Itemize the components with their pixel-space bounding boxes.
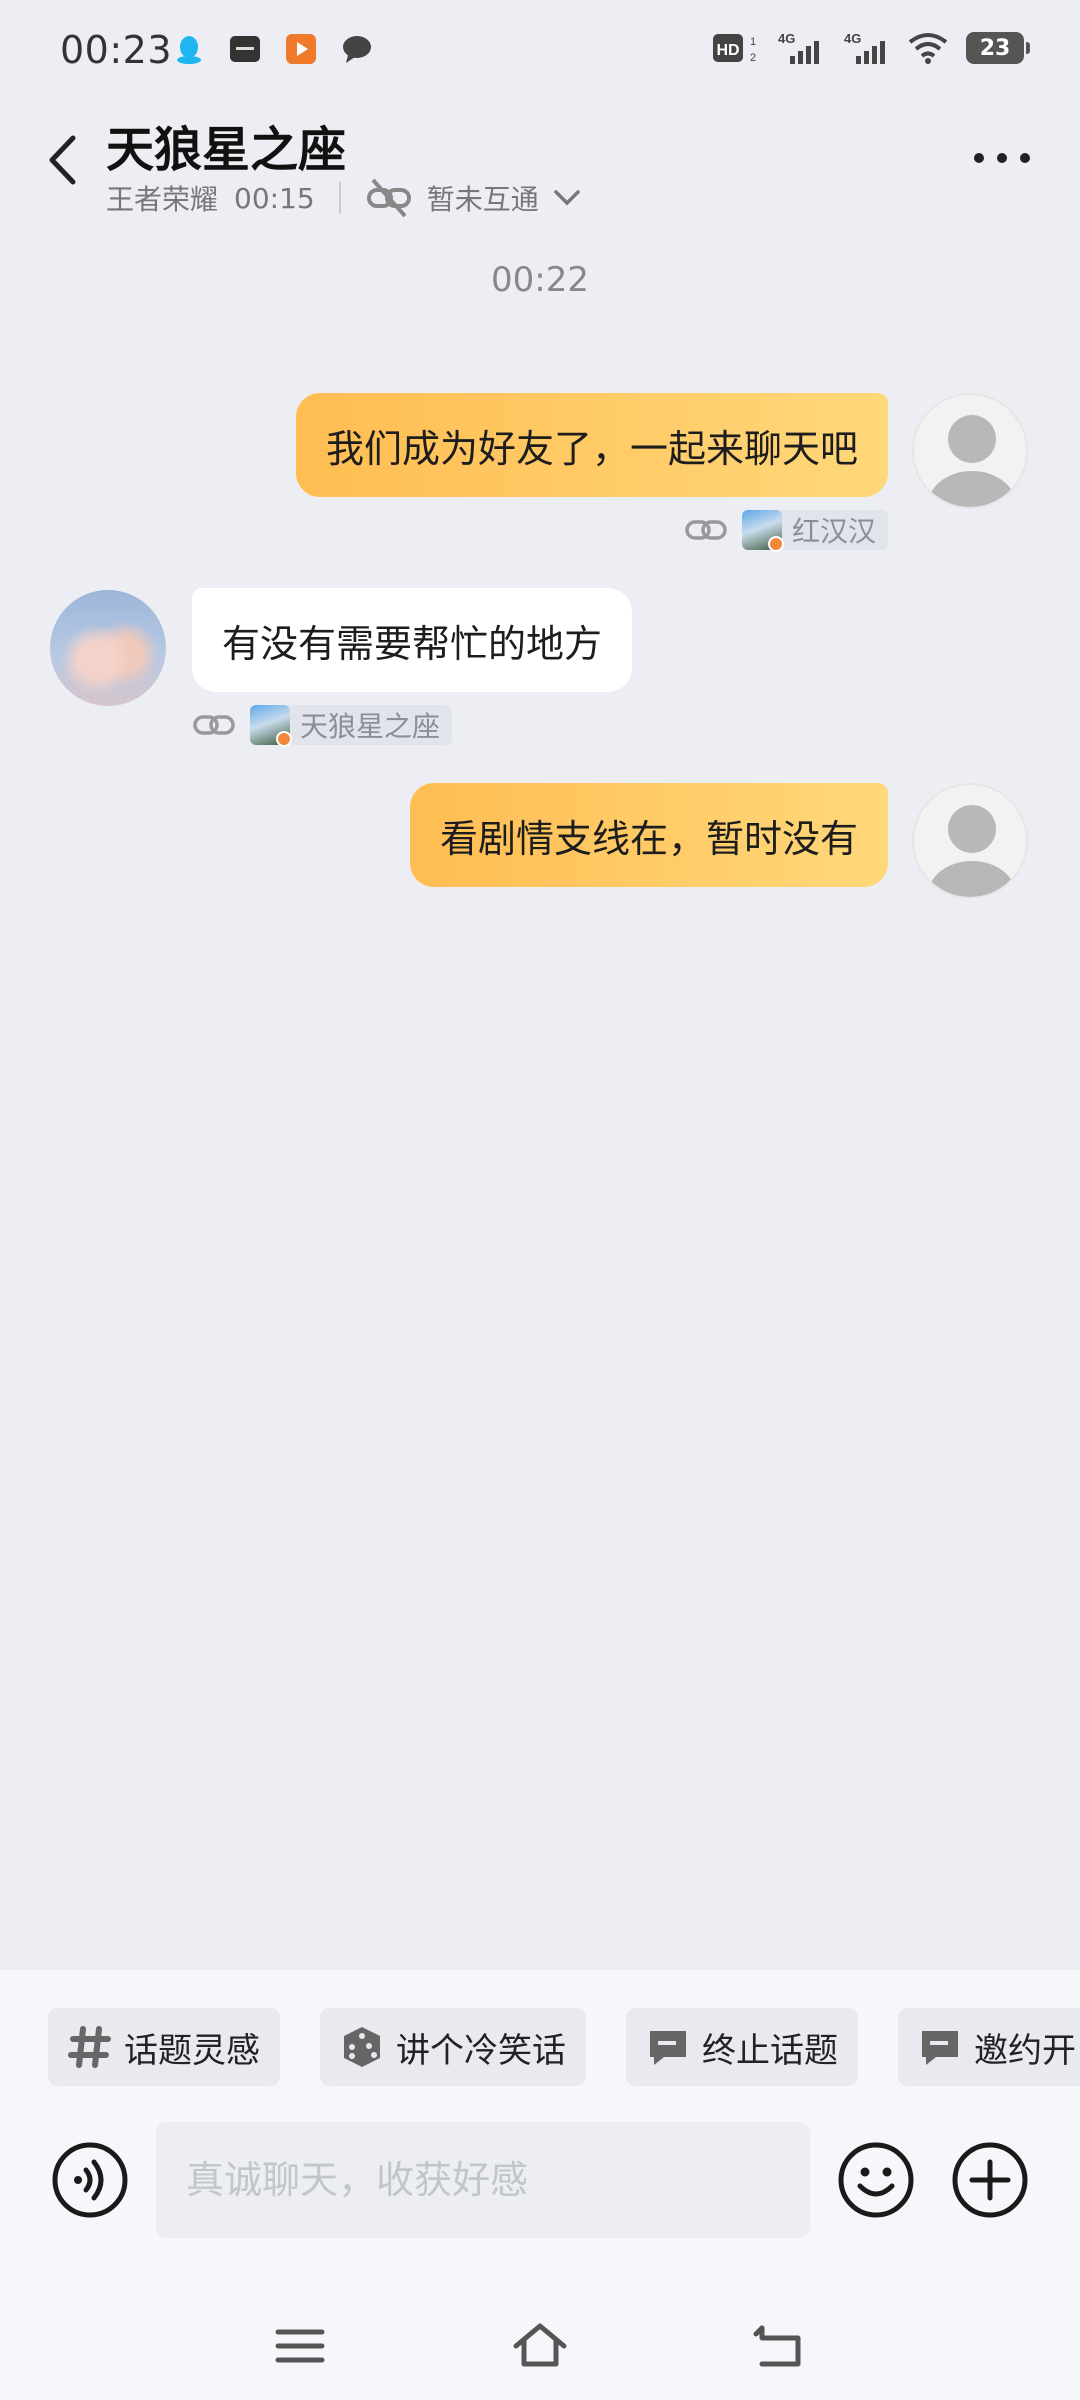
vivo-icon — [230, 36, 260, 62]
signal-icon: 4G — [778, 31, 819, 64]
status-right: HD 1 2 4G 4G 23 — [712, 30, 1030, 66]
source-chip: 天狼星之座 — [250, 705, 453, 747]
system-nav-bar — [0, 2280, 1080, 2400]
quick-action-label: 讲个冷笑话 — [396, 2030, 566, 2071]
message-source-tag: 天狼星之座 — [192, 705, 453, 747]
friend-avatar[interactable] — [50, 590, 166, 706]
speech-bubble-icon — [650, 2031, 686, 2065]
dice-icon — [344, 2027, 380, 2067]
message-bubble-mine[interactable]: 看剧情支线在，暂时没有 — [409, 783, 888, 887]
my-avatar[interactable] — [912, 393, 1028, 509]
hd-icon: HD 1 2 — [713, 34, 756, 64]
signal-label-2: 4G — [844, 31, 861, 46]
chat-messages[interactable]: 00:22 我们成为好友了，一起来聊天吧 红汉汉 有没有需要帮忙的地方 天狼星之… — [0, 230, 1080, 1970]
my-avatar[interactable] — [912, 783, 1028, 899]
connect-status-label: 暂未互通 — [426, 183, 539, 216]
more-dot-icon — [997, 153, 1007, 163]
source-name: 天狼星之座 — [300, 710, 441, 743]
status-bar: 00:23 HD 1 2 4G 4G 23 — [0, 0, 1080, 100]
hashtag-icon — [68, 2026, 111, 2068]
input-row — [0, 2120, 1080, 2240]
source-name: 红汉汉 — [791, 515, 876, 548]
more-dot-icon — [974, 153, 984, 163]
battery-indicator: 23 — [966, 32, 1030, 64]
svg-text:2: 2 — [750, 52, 756, 64]
message-source-tag: 红汉汉 — [684, 510, 888, 552]
more-options-button[interactable] — [974, 146, 1030, 170]
message-bubble-mine[interactable]: 我们成为好友了，一起来聊天吧 — [295, 393, 888, 497]
quick-action-topic-inspiration[interactable]: 话题灵感 — [48, 2008, 280, 2086]
source-avatar — [741, 510, 784, 552]
quick-action-joke[interactable]: 讲个冷笑话 — [320, 2008, 586, 2086]
wifi-icon — [908, 33, 948, 64]
quick-actions[interactable]: 话题灵感 讲个冷笑话 终止话题 邀约开 — [48, 2008, 1080, 2086]
default-avatar-icon — [928, 805, 1016, 897]
game-time: 00:15 — [234, 181, 315, 215]
default-avatar-icon — [928, 415, 1016, 507]
quick-action-label: 邀约开 — [974, 2030, 1076, 2071]
game-name: 王者荣耀 — [106, 183, 219, 216]
signal-label: 4G — [778, 31, 795, 46]
qq-icon — [177, 36, 201, 64]
message-bubble-theirs[interactable]: 有没有需要帮忙的地方 — [192, 588, 633, 692]
menu-icon[interactable] — [270, 2316, 330, 2376]
page-title: 天狼星之座 — [106, 122, 347, 178]
chevron-left-icon — [49, 135, 76, 185]
link-icon — [193, 715, 235, 735]
link-icon — [685, 520, 727, 540]
emoji-icon[interactable] — [836, 2140, 916, 2220]
back-nav-icon[interactable] — [750, 2316, 810, 2376]
signal-icon-2: 4G — [844, 31, 885, 64]
home-icon[interactable] — [510, 2316, 570, 2376]
quick-action-invite[interactable]: 邀约开 — [898, 2008, 1080, 2086]
notification-icons — [172, 32, 374, 66]
plus-icon[interactable] — [950, 2140, 1030, 2220]
hd-label: HD — [716, 42, 739, 59]
divider — [338, 182, 341, 214]
quick-action-label: 终止话题 — [702, 2030, 838, 2071]
message-icon — [343, 36, 371, 63]
video-app-icon — [286, 34, 316, 64]
chat-subtitle: 王者荣耀 00:15 暂未互通 — [106, 178, 581, 218]
connect-status-dropdown[interactable]: 暂未互通 — [365, 178, 581, 218]
source-avatar — [250, 705, 292, 747]
speech-bubble-icon — [922, 2031, 958, 2065]
time-divider: 00:22 — [491, 260, 589, 300]
unlink-icon — [366, 178, 411, 218]
more-dot-icon — [1020, 153, 1030, 163]
source-chip: 红汉汉 — [741, 510, 888, 552]
chevron-down-icon — [553, 190, 580, 206]
message-input[interactable] — [156, 2122, 810, 2238]
status-time: 00:23 — [60, 28, 173, 72]
quick-action-label: 话题灵感 — [124, 2030, 260, 2071]
chat-header: 天狼星之座 王者荣耀 00:15 暂未互通 — [0, 100, 1080, 230]
back-button[interactable] — [40, 128, 84, 192]
svg-text:1: 1 — [750, 36, 756, 48]
quick-action-end-topic[interactable]: 终止话题 — [626, 2008, 858, 2086]
voice-input-icon[interactable] — [50, 2140, 130, 2220]
